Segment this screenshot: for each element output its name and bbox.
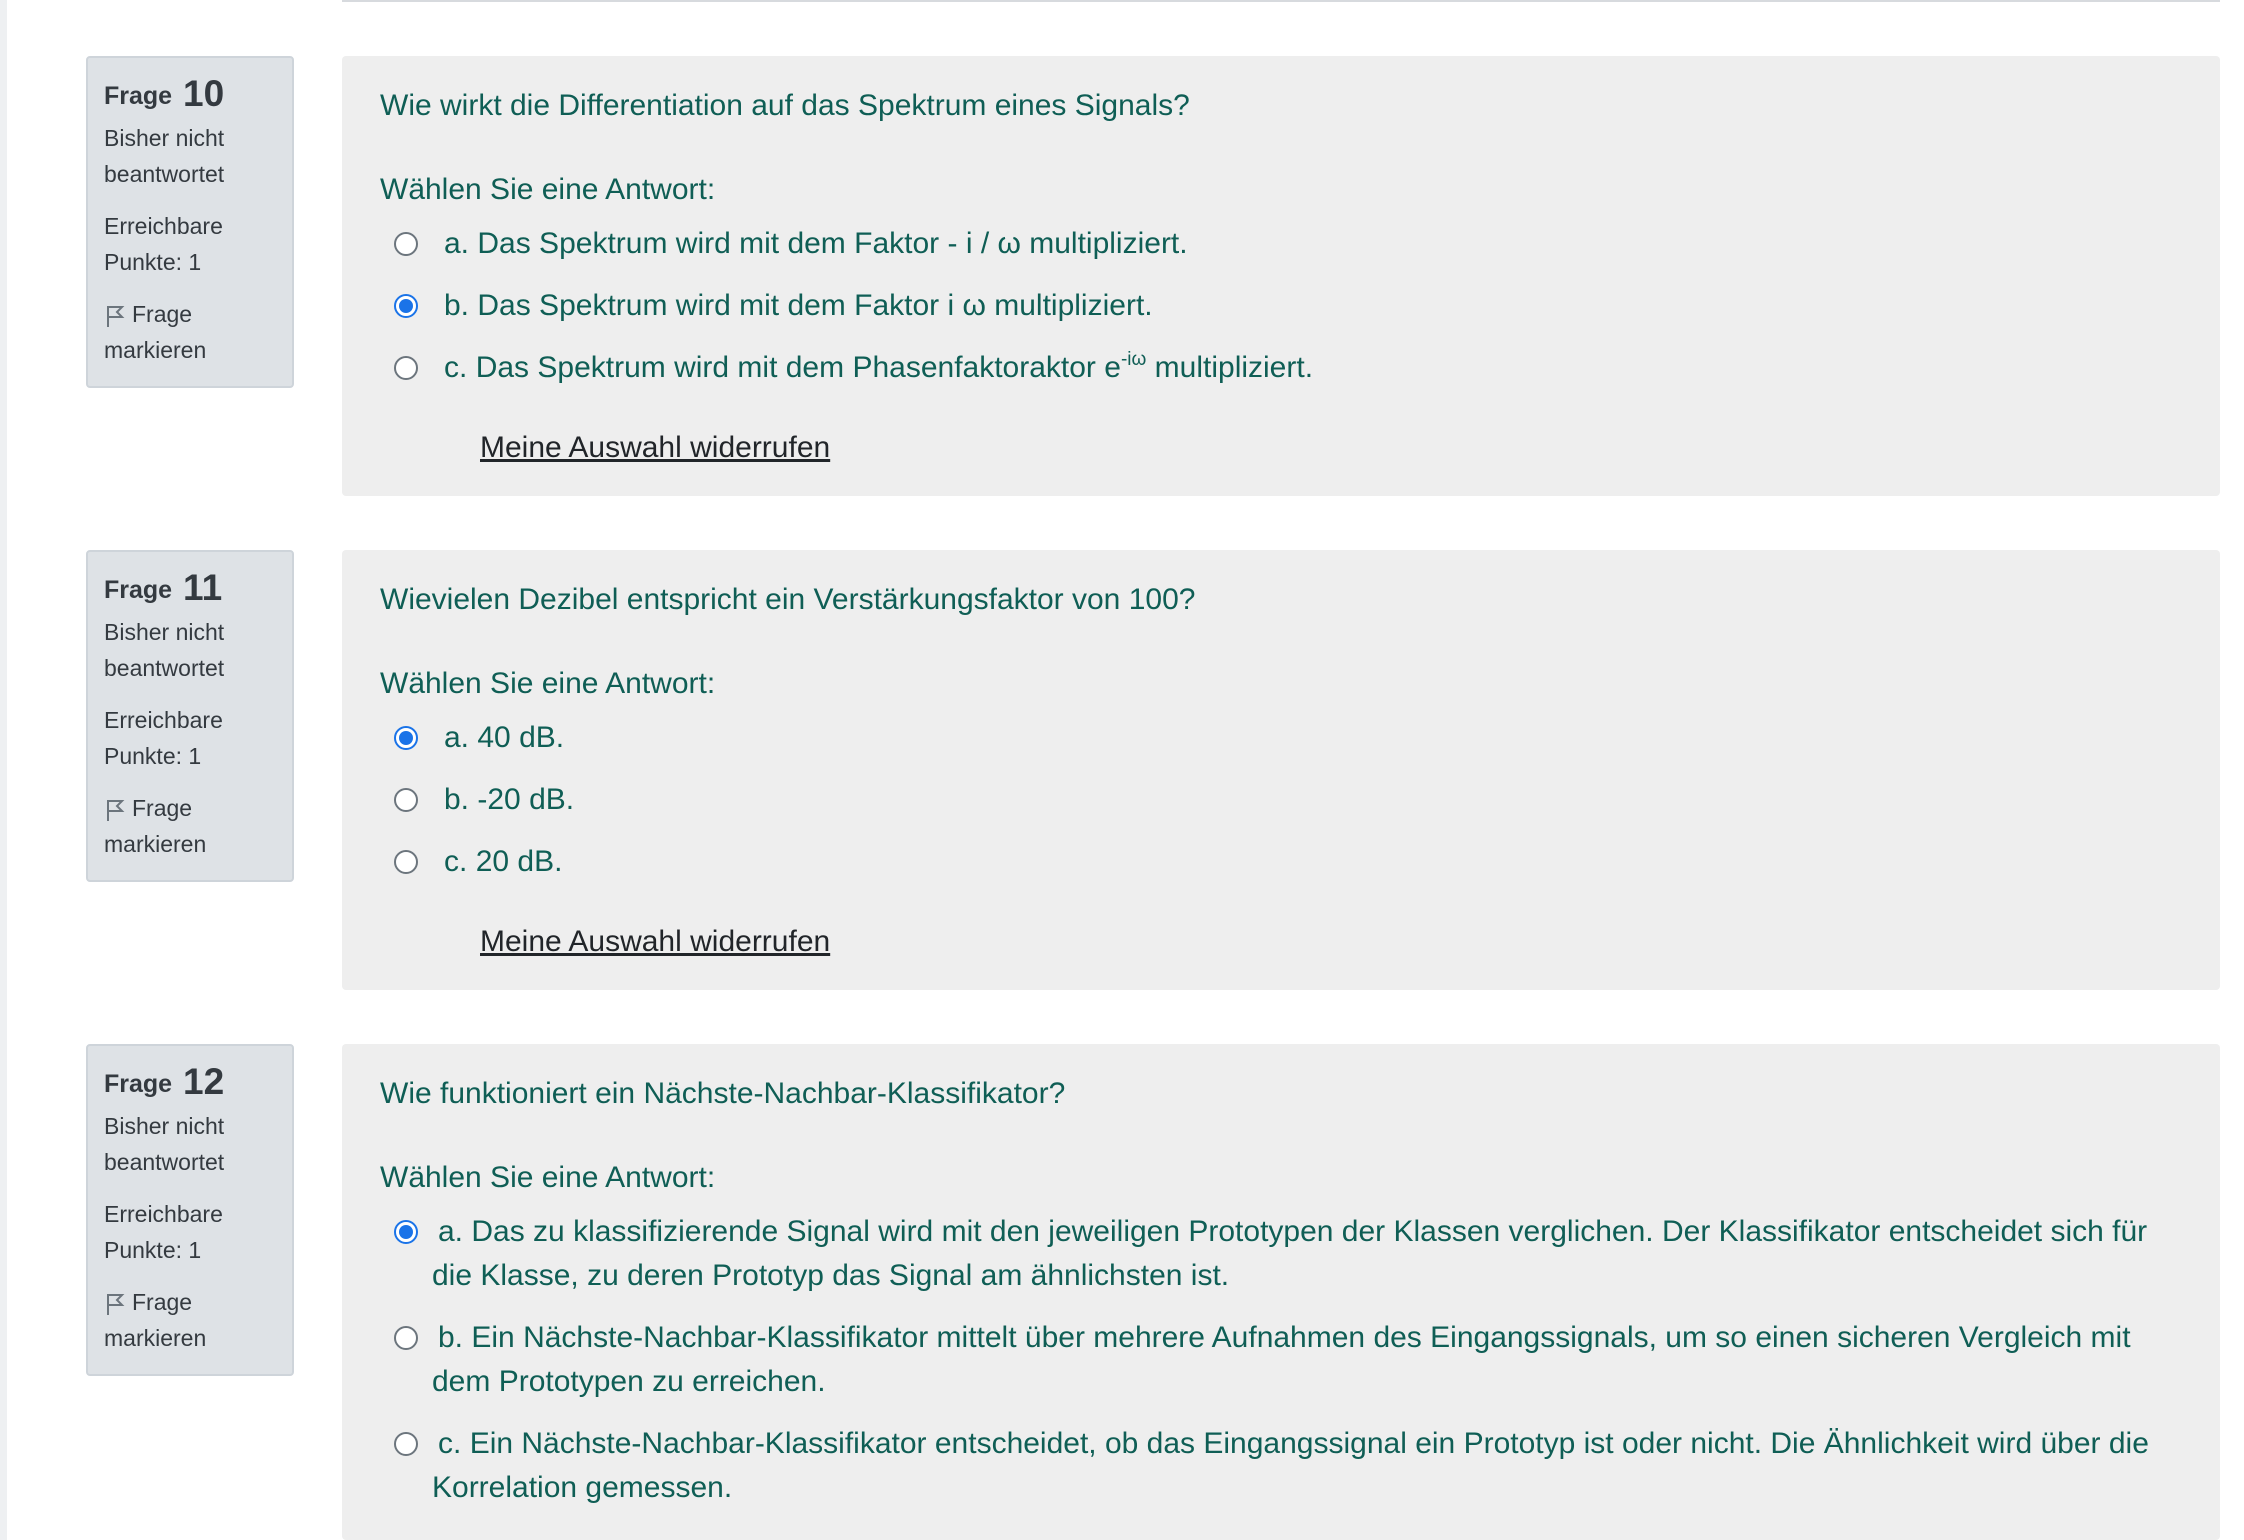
question-number-heading: Frage 11 [104, 568, 292, 610]
question-info: Frage 10 Bisher nicht beantwortet Erreic… [86, 56, 294, 388]
question-label: Frage [104, 1070, 173, 1098]
answer-option-a[interactable]: a. Das Spektrum wird mit dem Faktor - i … [380, 222, 2220, 266]
flag-icon [107, 1294, 125, 1315]
question-grade: Erreichbare Punkte: 1 [104, 707, 223, 769]
answer-letter: b. [438, 1321, 464, 1354]
answer-option-b[interactable]: b. Das Spektrum wird mit dem Faktor i ω … [380, 284, 2220, 328]
answer-radio-c[interactable] [394, 850, 418, 874]
answer-letter: b. [444, 289, 470, 322]
answer-text: 20 dB. [475, 845, 563, 878]
question-label: Frage [104, 82, 173, 110]
answer-letter: c. [444, 351, 468, 384]
answer-option-b[interactable]: b. -20 dB. [380, 778, 2220, 822]
clear-choice-link[interactable]: Meine Auswahl widerrufen [480, 922, 830, 962]
answer-option-a[interactable]: a. Das zu klassifizierende Signal wird m… [380, 1210, 2220, 1298]
answer-prompt: Wählen Sie eine Antwort: [380, 667, 716, 700]
answer-option-c[interactable]: c. 20 dB. [380, 840, 2220, 884]
answer-radio-b[interactable] [394, 294, 418, 318]
answer-radio-c[interactable] [394, 356, 418, 380]
answer-letter: c. [438, 1427, 462, 1460]
answer-radio-c[interactable] [394, 1432, 418, 1456]
answer-text-end: multipliziert. [1146, 351, 1314, 384]
flag-icon [107, 306, 125, 327]
question-text: Wie funktioniert ein Nächste-Nachbar-Kla… [380, 1077, 1066, 1110]
answer-text: Das Spektrum wird mit dem Phasenfaktorak… [475, 351, 1121, 384]
question-text: Wievielen Dezibel entspricht ein Verstär… [380, 583, 1196, 616]
answer-text: Ein Nächste-Nachbar-Klassifikator entsch… [432, 1427, 2149, 1504]
question-number: 12 [183, 1061, 225, 1102]
answer-radio-b[interactable] [394, 788, 418, 812]
question-state: Bisher nicht beantwortet [104, 619, 225, 681]
question-label: Frage [104, 576, 173, 604]
question-grade: Erreichbare Punkte: 1 [104, 1201, 223, 1263]
answer-option-b[interactable]: b. Ein Nächste-Nachbar-Klassifikator mit… [380, 1316, 2220, 1404]
answer-option-c[interactable]: c. Ein Nächste-Nachbar-Klassifikator ent… [380, 1422, 2220, 1510]
answer-superscript: -iω [1120, 349, 1147, 370]
answer-text: Ein Nächste-Nachbar-Klassifikator mittel… [432, 1321, 2131, 1398]
left-border [0, 0, 7, 1540]
answer-radio-a[interactable] [394, 726, 418, 750]
flag-question-link[interactable]: Frage markieren [104, 1284, 292, 1356]
question-number-heading: Frage 10 [104, 74, 292, 116]
question-grade: Erreichbare Punkte: 1 [104, 213, 223, 275]
flag-icon [107, 800, 125, 821]
answer-option-a[interactable]: a. 40 dB. [380, 716, 2220, 760]
question-text: Wie wirkt die Differentiation auf das Sp… [380, 89, 1190, 122]
answer-letter: a. [444, 721, 470, 754]
answer-text: Das zu klassifizierende Signal wird mit … [432, 1215, 2148, 1292]
question-content: Wie funktioniert ein Nächste-Nachbar-Kla… [342, 1044, 2220, 1540]
answer-letter: c. [444, 845, 468, 878]
answer-letter: b. [444, 783, 470, 816]
answer-text: Das Spektrum wird mit dem Faktor - i / ω… [477, 227, 1188, 260]
question-content: Wie wirkt die Differentiation auf das Sp… [342, 56, 2220, 496]
answer-prompt: Wählen Sie eine Antwort: [380, 173, 716, 206]
question-number: 11 [183, 567, 223, 608]
answer-option-c[interactable]: c. Das Spektrum wird mit dem Phasenfakto… [380, 346, 2220, 390]
question-info: Frage 12 Bisher nicht beantwortet Erreic… [86, 1044, 294, 1376]
answer-text: -20 dB. [477, 783, 575, 816]
previous-question-bottom-edge [342, 0, 2220, 2]
question-state: Bisher nicht beantwortet [104, 125, 225, 187]
question-content: Wievielen Dezibel entspricht ein Verstär… [342, 550, 2220, 990]
question-state: Bisher nicht beantwortet [104, 1113, 225, 1175]
answer-radio-a[interactable] [394, 232, 418, 256]
answer-radio-a[interactable] [394, 1220, 418, 1244]
question-info: Frage 11 Bisher nicht beantwortet Erreic… [86, 550, 294, 882]
flag-question-link[interactable]: Frage markieren [104, 790, 292, 862]
answer-radio-b[interactable] [394, 1326, 418, 1350]
answer-text: Das Spektrum wird mit dem Faktor i ω mul… [477, 289, 1153, 322]
question-number-heading: Frage 12 [104, 1062, 292, 1104]
question-number: 10 [183, 73, 225, 114]
answer-letter: a. [444, 227, 470, 260]
answer-letter: a. [438, 1215, 464, 1248]
answer-text: 40 dB. [477, 721, 565, 754]
flag-question-link[interactable]: Frage markieren [104, 296, 292, 368]
clear-choice-link[interactable]: Meine Auswahl widerrufen [480, 428, 830, 468]
answer-prompt: Wählen Sie eine Antwort: [380, 1161, 716, 1194]
